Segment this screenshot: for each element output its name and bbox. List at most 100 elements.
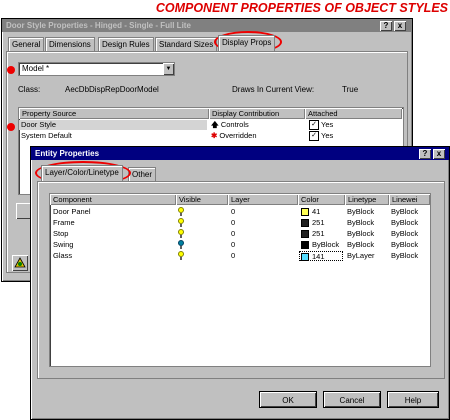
col-display-contribution[interactable]: Display Contribution: [209, 108, 305, 119]
class-label: Class:: [18, 85, 41, 94]
component-name: Door Panel: [53, 207, 91, 216]
table-row-glass[interactable]: Glass 0 141 ByLayer ByBlock: [50, 251, 430, 262]
row-attached: ✓ Yes: [309, 120, 334, 131]
back-window-titlebar: Door Style Properties - Hinged - Single …: [2, 19, 412, 32]
tab-dimensions[interactable]: Dimensions: [45, 37, 95, 51]
attached-checkbox[interactable]: ✓: [309, 120, 319, 131]
color-cell[interactable]: 251: [301, 229, 325, 239]
col-visible[interactable]: Visible: [176, 194, 228, 205]
layer-value: 0: [231, 218, 236, 227]
col-attached[interactable]: Attached: [305, 108, 402, 119]
display-rep-dropdown-value: Model *: [22, 64, 50, 73]
tab-design-rules[interactable]: Design Rules: [98, 37, 154, 51]
col-color[interactable]: Color: [298, 194, 345, 205]
table-row-door-style[interactable]: Door Style 🡅 Controls ✓ Yes: [19, 120, 402, 131]
table-marker-dot: [7, 123, 15, 131]
tab-layer-color-linetype[interactable]: Layer/Color/Linetype: [41, 165, 123, 181]
color-swatch: [301, 241, 309, 250]
visible-lightbulb-icon[interactable]: [178, 218, 184, 227]
visible-lightbulb-icon[interactable]: [178, 251, 184, 260]
color-cell[interactable]: ByBlock: [301, 240, 339, 250]
color-swatch: [301, 230, 309, 239]
table-row-system-default[interactable]: System Default ✱ Overridden ✓ Yes: [19, 131, 402, 142]
draws-value: True: [342, 85, 359, 94]
table-row-stop[interactable]: Stop 0 251 ByBlock ByBlock: [50, 229, 430, 239]
banner-title: COMPONENT PROPERTIES OF OBJECT STYLES: [155, 1, 448, 15]
table-row-frame[interactable]: Frame 0 251 ByBlock ByBlock: [50, 218, 430, 228]
table-row-door-panel[interactable]: Door Panel 0 41 ByBlock ByBlock: [50, 207, 430, 217]
color-value: 251: [312, 218, 325, 227]
color-cell[interactable]: 251: [301, 218, 325, 228]
linetype-value[interactable]: ByBlock: [347, 240, 374, 250]
components-table: Component Visible Layer Color Linetype L…: [49, 193, 431, 367]
cancel-button[interactable]: Cancel: [323, 391, 381, 408]
color-value: 251: [312, 229, 325, 238]
row-contribution: ✱ Overridden: [211, 131, 257, 141]
component-name: Frame: [53, 218, 75, 227]
draws-label: Draws In Current View:: [232, 85, 315, 94]
visible-lightbulb-off-icon[interactable]: [178, 240, 184, 249]
color-swatch: [301, 219, 309, 228]
component-name: Glass: [53, 251, 73, 260]
arrow-up-icon: 🡅: [211, 120, 219, 129]
entity-properties-window: Entity Properties ? x Layer/Color/Linety…: [30, 146, 450, 420]
lineweight-value[interactable]: ByBlock: [391, 251, 418, 261]
row-source: System Default: [21, 131, 72, 141]
tab-standard-sizes[interactable]: Standard Sizes: [155, 37, 218, 51]
row-attached-text: Yes: [321, 120, 334, 129]
entity-help-title-button[interactable]: ?: [419, 149, 431, 159]
help-button[interactable]: Help: [387, 391, 439, 408]
layer-value: 0: [231, 229, 236, 238]
color-value: 41: [312, 207, 321, 216]
col-linetype[interactable]: Linetype: [345, 194, 389, 205]
dropdown-marker-dot: [7, 66, 15, 74]
linetype-value[interactable]: ByBlock: [347, 218, 374, 228]
layer-value: 0: [231, 240, 236, 249]
linetype-value[interactable]: ByLayer: [347, 251, 375, 261]
lineweight-value[interactable]: ByBlock: [391, 229, 418, 239]
table-row-swing[interactable]: Swing 0 ByBlock ByBlock ByBlock: [50, 240, 430, 250]
lineweight-value[interactable]: ByBlock: [391, 207, 418, 217]
col-property-source[interactable]: Property Source: [19, 108, 209, 119]
visible-lightbulb-icon[interactable]: [178, 207, 184, 216]
entity-window-titlebar: Entity Properties: [31, 147, 449, 160]
attached-checkbox[interactable]: ✓: [309, 131, 319, 142]
tab-display-props[interactable]: Display Props: [218, 35, 276, 51]
color-cell[interactable]: 141: [299, 251, 343, 262]
visible-lightbulb-icon[interactable]: [178, 229, 184, 238]
col-component[interactable]: Component: [50, 194, 176, 205]
display-rep-dropdown[interactable]: Model * ▼: [18, 62, 175, 76]
color-cell[interactable]: 41: [301, 207, 320, 217]
row-attached-text: Yes: [321, 131, 334, 140]
back-close-title-button[interactable]: x: [394, 21, 406, 31]
class-value: AecDbDispRepDoorModel: [65, 85, 159, 94]
layer-value: 0: [231, 207, 236, 216]
row-source-text: Door Style: [21, 120, 57, 129]
lineweight-value[interactable]: ByBlock: [391, 240, 418, 250]
component-name: Swing: [53, 240, 74, 249]
row-contribution-text: Controls: [220, 120, 249, 129]
row-source-text: System Default: [21, 131, 72, 140]
lineweight-value[interactable]: ByBlock: [391, 218, 418, 228]
linetype-value[interactable]: ByBlock: [347, 229, 374, 239]
back-help-title-button[interactable]: ?: [380, 21, 392, 31]
color-swatch: [301, 208, 309, 217]
color-value: ByBlock: [312, 240, 340, 249]
entity-close-title-button[interactable]: x: [433, 149, 445, 159]
tab-other[interactable]: Other: [128, 167, 157, 181]
overridden-icon: ✱: [211, 131, 218, 140]
col-lineweight[interactable]: Linewei: [389, 194, 430, 205]
tab-general[interactable]: General: [8, 37, 45, 51]
component-name: Stop: [53, 229, 69, 238]
row-contribution: 🡅 Controls: [211, 120, 249, 130]
entity-window-title: Entity Properties: [35, 149, 100, 158]
style-manager-icon[interactable]: [12, 255, 28, 271]
chevron-down-icon[interactable]: ▼: [163, 63, 174, 75]
row-attached: ✓ Yes: [309, 131, 334, 142]
row-source: Door Style: [19, 120, 207, 130]
layer-value: 0: [231, 251, 236, 260]
linetype-value[interactable]: ByBlock: [347, 207, 374, 217]
col-layer[interactable]: Layer: [228, 194, 298, 205]
color-swatch: [301, 253, 309, 262]
ok-button[interactable]: OK: [259, 391, 317, 408]
